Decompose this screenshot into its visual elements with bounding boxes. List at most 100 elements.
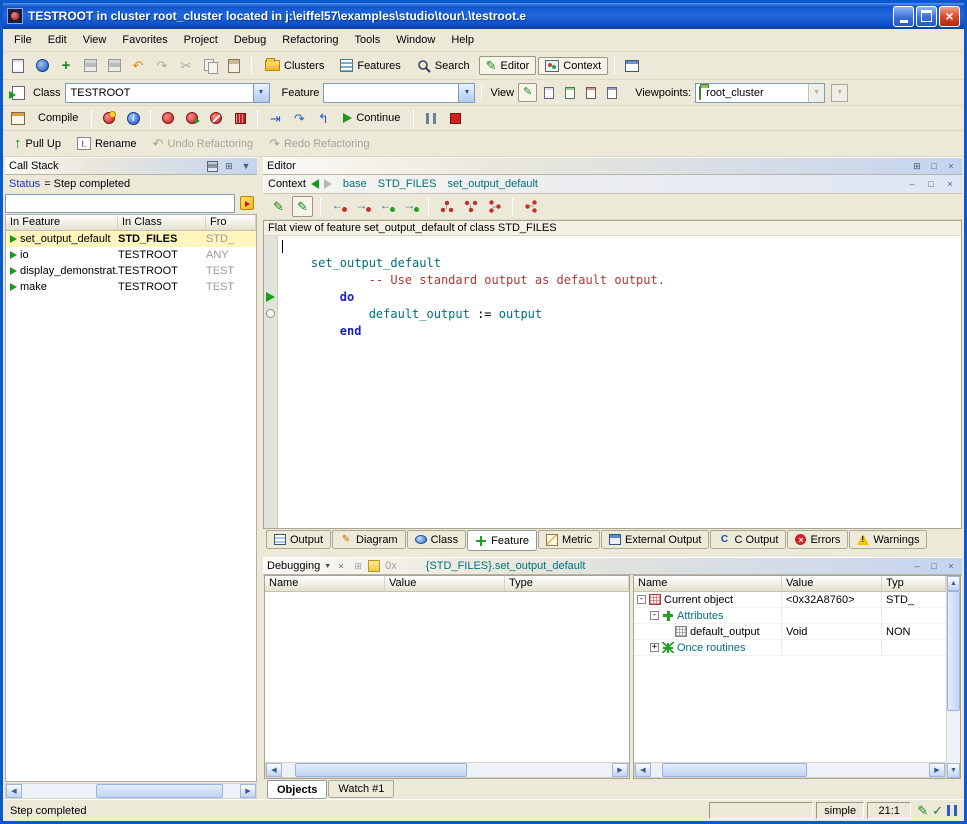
tab-feature[interactable]: Feature: [467, 530, 537, 551]
maximize-context-icon[interactable]: □: [924, 178, 938, 191]
column-from[interactable]: Fro: [206, 215, 256, 230]
notes-icon[interactable]: [368, 560, 380, 572]
tab-errors[interactable]: ×Errors: [787, 530, 848, 549]
show-clients-button[interactable]: [484, 196, 505, 217]
tab-external-output[interactable]: External Output: [601, 530, 709, 549]
maximize-button[interactable]: [916, 6, 937, 27]
minimize-button[interactable]: [893, 6, 914, 27]
menu-project[interactable]: Project: [176, 31, 226, 49]
undo-button[interactable]: ↶: [127, 55, 149, 77]
enable-breakpoints-button[interactable]: [181, 107, 203, 129]
save-button[interactable]: [79, 55, 101, 77]
cut-button[interactable]: ✂: [175, 55, 197, 77]
system-info-button[interactable]: i: [122, 107, 144, 129]
expand-box-icon[interactable]: +: [650, 643, 659, 652]
close-button[interactable]: [939, 6, 960, 27]
call-stack-row[interactable]: ioTESTROOTANY: [6, 247, 256, 263]
column-name[interactable]: Name: [265, 576, 385, 591]
new-window-button[interactable]: [621, 55, 643, 77]
show-breakpoints-button[interactable]: [157, 107, 179, 129]
tab-output[interactable]: Output: [266, 530, 331, 549]
view-flat-button[interactable]: [581, 83, 600, 102]
set-stack-depth-button[interactable]: [237, 193, 257, 213]
hex-format-toggle[interactable]: 0x: [385, 560, 397, 572]
call-stack-row[interactable]: display_demonstrat...TESTROOTTEST: [6, 263, 256, 279]
close-debug-icon[interactable]: ×: [944, 560, 958, 573]
class-tool-button[interactable]: [7, 82, 29, 104]
scroll-left-icon[interactable]: ◀: [635, 763, 651, 777]
stack-window-icon[interactable]: ⊞: [351, 560, 365, 573]
watch-table-body[interactable]: [265, 592, 629, 762]
close-editor-icon[interactable]: ×: [944, 160, 958, 173]
features-button[interactable]: Features: [333, 56, 407, 75]
menu-refactoring[interactable]: Refactoring: [274, 31, 346, 49]
scroll-left-icon[interactable]: ◀: [266, 763, 282, 777]
compile-button[interactable]: Compile: [31, 109, 85, 127]
tab-objects[interactable]: Objects: [267, 780, 327, 799]
menu-debug[interactable]: Debug: [226, 31, 274, 49]
code-area[interactable]: set_output_default -- Use standard outpu…: [264, 236, 961, 528]
close-debug-tool-icon[interactable]: ×: [334, 560, 348, 573]
collapse-box-icon[interactable]: -: [637, 595, 646, 604]
objects-table-vscrollbar[interactable]: ▲ ▼: [946, 576, 960, 778]
step-into-button[interactable]: ⇥: [264, 107, 286, 129]
scroll-right-icon[interactable]: ▶: [929, 763, 945, 777]
continue-button[interactable]: Continue: [336, 109, 407, 127]
title-bar[interactable]: TESTROOT in cluster root_cluster located…: [3, 3, 964, 29]
feature-combo-dropdown-icon[interactable]: ▼: [458, 84, 474, 102]
viewpoints-dropdown-icon[interactable]: ▼: [808, 84, 824, 102]
editor-toggle-button[interactable]: ✎ Editor: [479, 56, 537, 75]
redo-button[interactable]: ↷: [151, 55, 173, 77]
history-back-icon[interactable]: [311, 179, 319, 189]
watch-table-hscrollbar[interactable]: ◀ ▶: [265, 762, 629, 778]
class-combo-dropdown-icon[interactable]: ▼: [253, 84, 269, 102]
breadcrumb-class[interactable]: STD_FILES: [378, 178, 437, 190]
view-clickable-button[interactable]: [560, 83, 579, 102]
save-call-stack-icon[interactable]: [205, 160, 219, 173]
scroll-right-icon[interactable]: ▶: [240, 784, 256, 798]
objects-table-hscrollbar[interactable]: ◀ ▶: [634, 762, 946, 778]
column-type[interactable]: Type: [505, 576, 629, 591]
tab-c-output[interactable]: CC Output: [710, 530, 786, 549]
pin-icon[interactable]: ▼: [239, 160, 253, 173]
view-contract-button[interactable]: [602, 83, 621, 102]
scroll-right-icon[interactable]: ▶: [612, 763, 628, 777]
edit-feature-button[interactable]: ✎: [268, 196, 289, 217]
tab-class[interactable]: Class: [407, 530, 467, 549]
call-stack-row[interactable]: makeTESTROOTTEST: [6, 279, 256, 295]
pause-button[interactable]: [420, 107, 442, 129]
step-out-button[interactable]: ↰: [312, 107, 334, 129]
show-callers-button[interactable]: [328, 196, 349, 217]
menu-help[interactable]: Help: [443, 31, 482, 49]
melt-button[interactable]: [98, 107, 120, 129]
view-basic-text-button[interactable]: [539, 83, 558, 102]
add-item-button[interactable]: +: [55, 55, 77, 77]
debug-tree-body[interactable]: -Current object<0x32A8760>STD_-Attribute…: [634, 592, 946, 762]
close-context-icon[interactable]: ×: [943, 178, 957, 191]
undo-refactoring-button[interactable]: ↶ Undo Refactoring: [146, 134, 261, 153]
class-combo[interactable]: TESTROOT ▼: [65, 83, 270, 103]
object-tree-row[interactable]: +Once routines: [634, 640, 946, 656]
menu-tools[interactable]: Tools: [347, 31, 389, 49]
pull-up-button[interactable]: ↑ Pull Up: [7, 133, 68, 154]
view-editable-button[interactable]: ✎: [518, 83, 537, 102]
scroll-up-icon[interactable]: ▲: [947, 576, 960, 591]
menu-view[interactable]: View: [75, 31, 115, 49]
show-suppliers-button[interactable]: [520, 196, 541, 217]
redo-refactoring-button[interactable]: ↷ Redo Refactoring: [262, 134, 377, 153]
stack-depth-input[interactable]: [5, 194, 235, 213]
object-tree-row[interactable]: default_outputVoidNON: [634, 624, 946, 640]
new-document-button[interactable]: [7, 55, 29, 77]
search-button[interactable]: Search: [410, 56, 477, 76]
stop-button[interactable]: [444, 107, 466, 129]
clusters-button[interactable]: Clusters: [258, 57, 331, 75]
viewpoints-combo[interactable]: root_cluster ▼: [695, 83, 825, 103]
show-descendants-button[interactable]: [460, 196, 481, 217]
tab-metric[interactable]: Metric: [538, 530, 600, 549]
rename-button[interactable]: I. Rename: [70, 134, 144, 153]
menu-window[interactable]: Window: [388, 31, 443, 49]
breadcrumb-feature[interactable]: set_output_default: [447, 178, 538, 190]
feature-combo[interactable]: ▼: [323, 83, 475, 103]
minimize-context-icon[interactable]: –: [905, 178, 919, 191]
tab-warnings[interactable]: Warnings: [849, 530, 927, 549]
